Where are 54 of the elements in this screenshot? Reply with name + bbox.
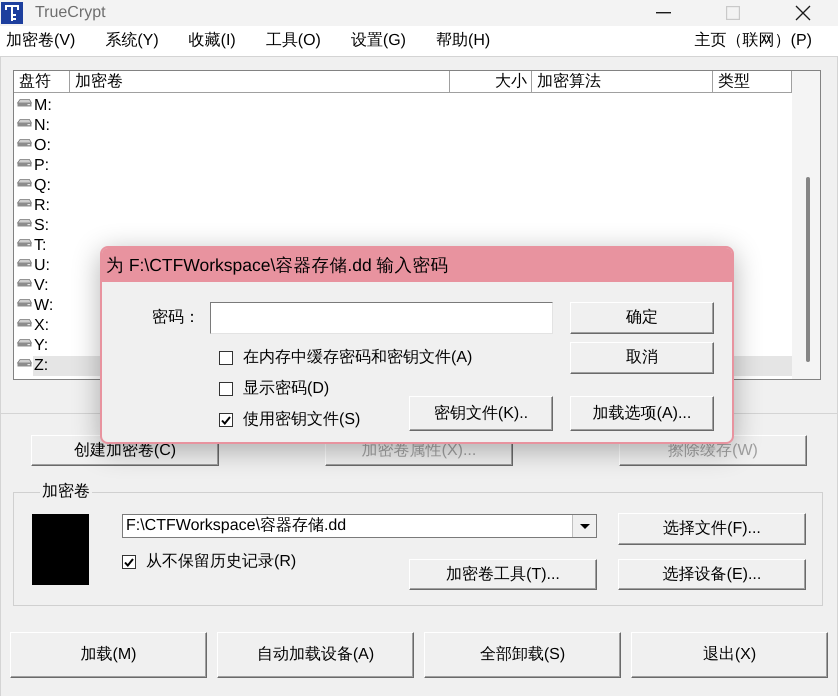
footer-button[interactable]: 加载(M) bbox=[10, 632, 207, 678]
menu-item[interactable]: 主页（联网）(P) bbox=[694, 29, 812, 53]
mount-options-button[interactable]: 加载选项(A)... bbox=[570, 396, 714, 431]
volume-tools-button[interactable]: 加密卷工具(T)... bbox=[409, 559, 597, 590]
checkbox[interactable] bbox=[122, 555, 136, 569]
checkbox-label[interactable]: 在内存中缓存密码和密钥文件(A) bbox=[243, 346, 472, 370]
group-title: 加密卷 bbox=[41, 482, 91, 502]
select-file-button[interactable]: 选择文件(F)... bbox=[618, 513, 806, 545]
drive-icon bbox=[17, 299, 32, 307]
caret-icon[interactable] bbox=[580, 524, 590, 528]
column-header[interactable]: 盘符 bbox=[14, 71, 70, 92]
footer-button[interactable]: 退出(X) bbox=[631, 632, 828, 678]
ok-button[interactable]: 确定 bbox=[570, 302, 714, 334]
cancel-button[interactable]: 取消 bbox=[570, 342, 714, 374]
column-header[interactable]: 加密卷 bbox=[70, 71, 450, 92]
checkbox-label[interactable]: 从不保留历史记录(R) bbox=[146, 550, 296, 574]
footer-button[interactable]: 全部卸载(S) bbox=[424, 632, 621, 678]
menu-item[interactable]: 帮助(H) bbox=[436, 29, 490, 53]
keyfiles-button[interactable]: 密钥文件(K).. bbox=[409, 396, 553, 431]
drive-icon bbox=[17, 119, 32, 127]
password-field[interactable] bbox=[210, 302, 553, 334]
checkbox-label[interactable]: 使用密钥文件(S) bbox=[243, 408, 360, 432]
checkbox-label[interactable]: 显示密码(D) bbox=[243, 377, 330, 401]
minimize-icon[interactable] bbox=[656, 12, 670, 14]
drive-icon bbox=[17, 139, 32, 147]
drive-icon bbox=[17, 219, 32, 227]
menu-item[interactable]: 收藏(I) bbox=[188, 29, 236, 53]
drive-icon bbox=[17, 239, 32, 247]
column-header[interactable]: 大小 bbox=[450, 71, 532, 92]
checkbox[interactable] bbox=[219, 382, 233, 396]
menu-item[interactable]: 加密卷(V) bbox=[6, 29, 76, 53]
window-title: TrueCrypt bbox=[35, 3, 106, 23]
drive-icon bbox=[17, 259, 32, 267]
drive-icon bbox=[17, 199, 32, 207]
dialog-title: 为 F:\CTFWorkspace\容器存储.dd 输入密码 bbox=[102, 248, 732, 282]
select-device-button[interactable]: 选择设备(E)... bbox=[618, 559, 806, 590]
drive-icon bbox=[17, 319, 32, 327]
drive-icon bbox=[17, 179, 32, 187]
column-header[interactable]: 加密算法 bbox=[532, 71, 713, 92]
drive-icon bbox=[17, 339, 32, 347]
drive-icon bbox=[17, 279, 32, 287]
image-placeholder bbox=[32, 514, 89, 585]
footer-button[interactable]: 自动加载设备(A) bbox=[217, 632, 414, 678]
menu-item[interactable]: 系统(Y) bbox=[105, 29, 159, 53]
drive-icon bbox=[17, 99, 32, 107]
scrollbar-thumb[interactable] bbox=[806, 177, 810, 362]
drive-icon bbox=[17, 159, 32, 167]
checkbox[interactable] bbox=[219, 351, 233, 365]
menu-item[interactable]: 设置(G) bbox=[350, 29, 406, 53]
menu-item[interactable]: 工具(O) bbox=[266, 29, 321, 53]
volume-path-dropdown[interactable]: F:\CTFWorkspace\容器存储.dd bbox=[122, 514, 597, 538]
password-label: 密码： bbox=[151, 308, 200, 328]
checkbox[interactable] bbox=[219, 413, 233, 427]
close-icon[interactable] bbox=[795, 5, 811, 21]
